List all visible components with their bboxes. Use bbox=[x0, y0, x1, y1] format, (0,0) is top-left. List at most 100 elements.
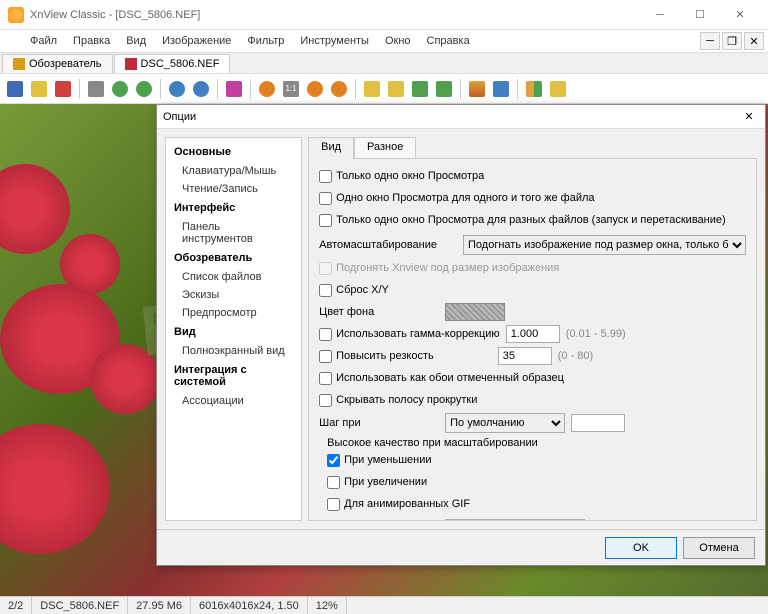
autoscale-label: Автомасштабирование bbox=[319, 239, 437, 251]
opt-one-window[interactable]: Только одно окно Просмотра bbox=[319, 170, 484, 183]
step-label: Шаг при bbox=[319, 417, 439, 429]
tab-browser[interactable]: Обозреватель bbox=[2, 54, 113, 73]
opt-reset-xy[interactable]: Сброс X/Y bbox=[319, 284, 389, 297]
undo-button[interactable] bbox=[166, 78, 188, 100]
menubar: Файл Правка Вид Изображение Фильтр Инстр… bbox=[0, 30, 768, 52]
open-button[interactable] bbox=[28, 78, 50, 100]
side-general[interactable]: Основные bbox=[166, 142, 301, 162]
step-select[interactable]: По умолчанию bbox=[445, 413, 565, 433]
status-filename: DSC_5806.NEF bbox=[32, 597, 128, 614]
tab-view[interactable]: Вид bbox=[308, 137, 354, 160]
browser-icon bbox=[13, 58, 25, 70]
opt-sharpen[interactable]: Повысить резкость bbox=[319, 350, 434, 363]
dialog-buttons: OK Отмена bbox=[157, 529, 765, 565]
opt-hq-up[interactable]: При увеличении bbox=[327, 476, 427, 489]
units-select[interactable]: пиксел bbox=[445, 519, 585, 521]
zoom-out-button[interactable] bbox=[328, 78, 350, 100]
tag-button[interactable] bbox=[223, 78, 245, 100]
minimize-button[interactable]: ─ bbox=[640, 3, 680, 27]
step-input[interactable] bbox=[571, 414, 625, 432]
mdi-min-button[interactable]: ─ bbox=[700, 32, 720, 50]
next-button[interactable] bbox=[385, 78, 407, 100]
gamma-input[interactable] bbox=[506, 325, 560, 343]
option-tabs: Вид Разное bbox=[308, 137, 757, 159]
side-assoc[interactable]: Ассоциации bbox=[166, 392, 301, 410]
opt-hq-gif[interactable]: Для анимированных GIF bbox=[327, 498, 470, 511]
opt-one-diff[interactable]: Только одно окно Просмотра для разных фа… bbox=[319, 214, 726, 227]
tab-browser-label: Обозреватель bbox=[29, 58, 102, 70]
status-filesize: 27.95 М6 bbox=[128, 597, 191, 614]
side-toolbar[interactable]: Панель инструментов bbox=[166, 218, 301, 248]
opt-gamma[interactable]: Использовать гамма-коррекцию bbox=[319, 328, 500, 341]
side-interface[interactable]: Интерфейс bbox=[166, 198, 301, 218]
status-index: 2/2 bbox=[0, 597, 32, 614]
side-view[interactable]: Вид bbox=[166, 322, 301, 342]
tab-misc[interactable]: Разное bbox=[354, 137, 416, 159]
opt-one-same[interactable]: Одно окно Просмотра для одного и того же… bbox=[319, 192, 594, 205]
dialog-close-button[interactable]: ✕ bbox=[739, 108, 759, 126]
side-filelist[interactable]: Список файлов bbox=[166, 268, 301, 286]
menu-filter[interactable]: Фильтр bbox=[239, 32, 292, 50]
menu-tools[interactable]: Инструменты bbox=[292, 32, 377, 50]
dialog-titlebar: Опции ✕ bbox=[157, 105, 765, 129]
mdi-restore-button[interactable]: ❐ bbox=[722, 32, 742, 50]
options-sidebar: Основные Клавиатура/Мышь Чтение/Запись И… bbox=[165, 137, 302, 521]
prev-button[interactable] bbox=[361, 78, 383, 100]
menu-edit[interactable]: Правка bbox=[65, 32, 118, 50]
status-dimensions: 6016x4016x24, 1.50 bbox=[191, 597, 308, 614]
zoom-in-button[interactable] bbox=[256, 78, 278, 100]
close-button[interactable]: ✕ bbox=[720, 3, 760, 27]
bg-label: Цвет фона bbox=[319, 306, 439, 318]
tab-file-label: DSC_5806.NEF bbox=[141, 58, 220, 70]
side-preview[interactable]: Предпросмотр bbox=[166, 304, 301, 322]
redo-button[interactable] bbox=[190, 78, 212, 100]
sharpen-input[interactable] bbox=[498, 347, 552, 365]
autoscale-select[interactable]: Подогнать изображение под размер окна, т… bbox=[463, 235, 746, 255]
status-zoom: 12% bbox=[308, 597, 347, 614]
window-title: XnView Classic - [DSC_5806.NEF] bbox=[30, 9, 640, 21]
cancel-button[interactable]: Отмена bbox=[683, 537, 755, 559]
opt-wallpaper[interactable]: Использовать как обои отмеченный образец bbox=[319, 372, 564, 385]
opt-hidescroll[interactable]: Скрывать полосу прокрутки bbox=[319, 394, 477, 407]
side-integration[interactable]: Интеграция с системой bbox=[166, 360, 301, 392]
ok-button[interactable]: OK bbox=[605, 537, 677, 559]
sharpen-hint: (0 - 80) bbox=[558, 350, 593, 362]
menu-window[interactable]: Окно bbox=[377, 32, 419, 50]
opt-fit-xn: Подгонять Xnview под размер изображения bbox=[319, 262, 559, 275]
compare-button[interactable] bbox=[523, 78, 545, 100]
side-thumbs[interactable]: Эскизы bbox=[166, 286, 301, 304]
fullscreen-button[interactable] bbox=[490, 78, 512, 100]
file-icon bbox=[125, 58, 137, 70]
save-button[interactable] bbox=[4, 78, 26, 100]
info-button[interactable] bbox=[547, 78, 569, 100]
side-fullscreen[interactable]: Полноэкранный вид bbox=[166, 342, 301, 360]
titlebar: XnView Classic - [DSC_5806.NEF] ─ ☐ ✕ bbox=[0, 0, 768, 30]
menu-file[interactable]: Файл bbox=[22, 32, 65, 50]
rotate-left-button[interactable] bbox=[109, 78, 131, 100]
rotate-right-button[interactable] bbox=[133, 78, 155, 100]
side-readwrite[interactable]: Чтение/Запись bbox=[166, 180, 301, 198]
mdi-close-button[interactable]: ✕ bbox=[744, 32, 764, 50]
slideshow-button[interactable] bbox=[466, 78, 488, 100]
tab-file[interactable]: DSC_5806.NEF bbox=[114, 54, 231, 73]
zoom-fit-button[interactable] bbox=[304, 78, 326, 100]
menu-help[interactable]: Справка bbox=[419, 32, 478, 50]
opt-hq-down[interactable]: При уменьшении bbox=[327, 454, 431, 467]
menu-view[interactable]: Вид bbox=[118, 32, 154, 50]
crop-button[interactable] bbox=[85, 78, 107, 100]
app-icon bbox=[8, 7, 24, 23]
statusbar: 2/2 DSC_5806.NEF 27.95 М6 6016x4016x24, … bbox=[0, 596, 768, 614]
menu-image[interactable]: Изображение bbox=[154, 32, 239, 50]
bg-color-button[interactable] bbox=[445, 303, 505, 321]
next-page-button[interactable] bbox=[433, 78, 455, 100]
menu-app-icon bbox=[4, 34, 18, 48]
document-tabs: Обозреватель DSC_5806.NEF bbox=[0, 52, 768, 74]
options-panel: Только одно окно Просмотра Одно окно Про… bbox=[308, 158, 757, 521]
delete-button[interactable] bbox=[52, 78, 74, 100]
side-browser[interactable]: Обозреватель bbox=[166, 248, 301, 268]
side-keyboard[interactable]: Клавиатура/Мышь bbox=[166, 162, 301, 180]
prev-page-button[interactable] bbox=[409, 78, 431, 100]
zoom-11-button[interactable]: 1:1 bbox=[280, 78, 302, 100]
options-dialog: Опции ✕ Основные Клавиатура/Мышь Чтение/… bbox=[156, 104, 766, 566]
maximize-button[interactable]: ☐ bbox=[680, 3, 720, 27]
